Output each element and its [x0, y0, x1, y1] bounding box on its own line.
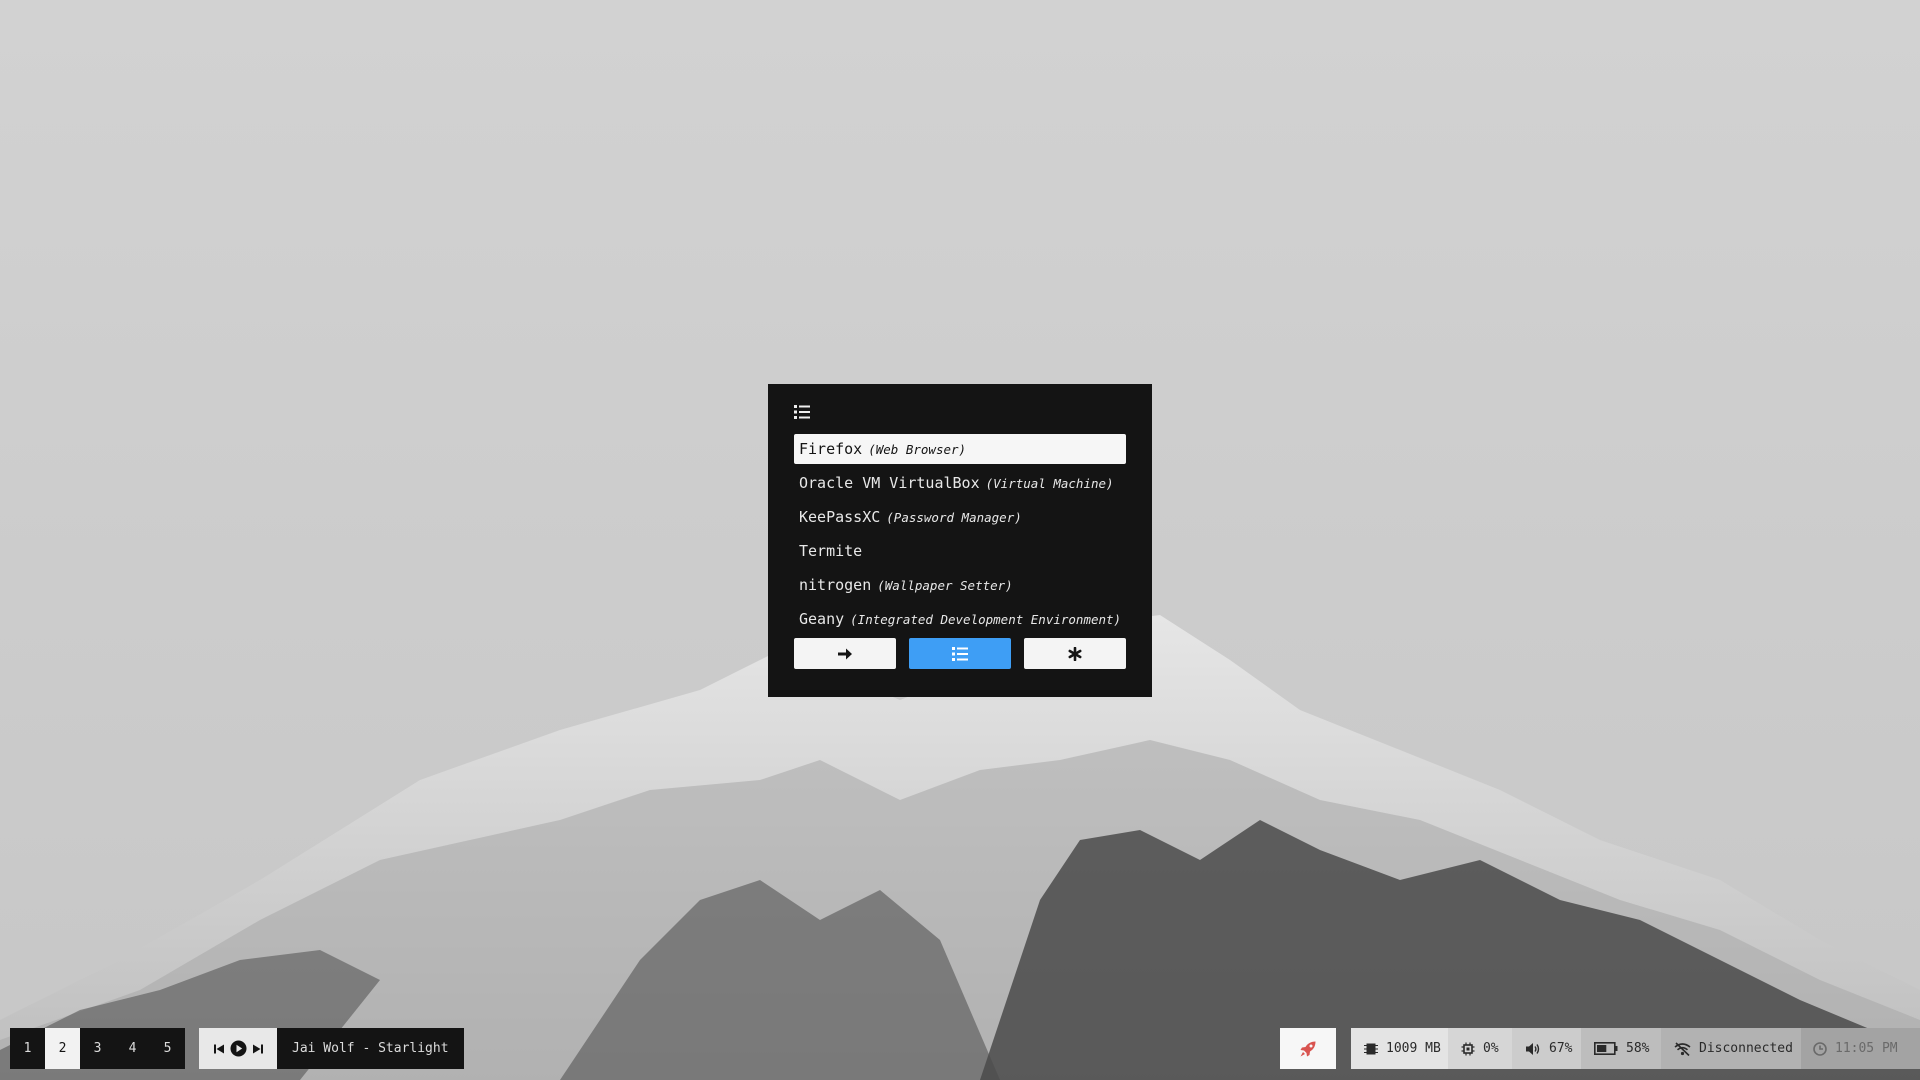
entry-description: (Wallpaper Setter)	[877, 578, 1013, 593]
list-icon	[794, 404, 1126, 424]
rocket-icon	[1300, 1041, 1316, 1056]
wifi-off-icon	[1674, 1041, 1691, 1056]
volume-icon	[1526, 1042, 1540, 1055]
arrow-right-icon	[838, 648, 852, 659]
workspace-4[interactable]: 4	[115, 1028, 150, 1069]
play-icon[interactable]	[230, 1040, 247, 1057]
cpu-value: 0%	[1483, 1041, 1499, 1056]
list-icon	[952, 646, 968, 661]
clock-module: 11:05 PM	[1801, 1028, 1920, 1069]
skip-forward-icon[interactable]	[252, 1043, 264, 1055]
cpu-icon	[1461, 1042, 1475, 1055]
entry-description: (Password Manager)	[886, 510, 1022, 525]
memory-module: 1009 MB	[1351, 1028, 1454, 1069]
launcher-entry-keepassxc[interactable]: KeePassXC (Password Manager)	[794, 502, 1126, 532]
network-status: Disconnected	[1699, 1041, 1793, 1056]
launcher-entry-termite[interactable]: Termite	[794, 536, 1126, 566]
launcher-button[interactable]	[1280, 1028, 1336, 1069]
workspace-3[interactable]: 3	[80, 1028, 115, 1069]
battery-level-fill	[1597, 1045, 1607, 1052]
clock-icon	[1813, 1041, 1827, 1056]
volume-value: 67%	[1549, 1041, 1573, 1056]
network-module[interactable]: Disconnected	[1661, 1028, 1806, 1069]
volume-module[interactable]: 67%	[1512, 1028, 1586, 1069]
run-mode-button[interactable]	[794, 638, 896, 669]
entry-name: nitrogen	[799, 576, 872, 594]
entry-description: (Web Browser)	[868, 442, 967, 457]
launcher-entry-virtualbox[interactable]: Oracle VM VirtualBox (Virtual Machine)	[794, 468, 1126, 498]
workspace-1[interactable]: 1	[10, 1028, 45, 1069]
workspace-5[interactable]: 5	[150, 1028, 185, 1069]
media-controls	[199, 1028, 277, 1069]
cpu-module: 0%	[1448, 1028, 1512, 1069]
entry-name: KeePassXC	[799, 508, 881, 526]
entry-description: (Integrated Development Environment)	[850, 612, 1122, 627]
skip-back-icon[interactable]	[213, 1043, 225, 1055]
memory-chip-icon	[1364, 1043, 1378, 1054]
app-launcher-window: Firefox (Web Browser) Oracle VM VirtualBo…	[768, 384, 1152, 697]
workspace-switcher: 1 2 3 4 5	[10, 1028, 185, 1069]
entry-name: Oracle VM VirtualBox	[799, 474, 980, 492]
launcher-entry-nitrogen[interactable]: nitrogen (Wallpaper Setter)	[794, 570, 1126, 600]
entry-description: (Virtual Machine)	[985, 476, 1114, 491]
workspace-2[interactable]: 2	[45, 1028, 80, 1069]
memory-value: 1009 MB	[1386, 1041, 1441, 1056]
launcher-entry-geany[interactable]: Geany (Integrated Development Environment…	[794, 604, 1126, 634]
window-mode-button[interactable]	[1024, 638, 1126, 669]
entry-name: Termite	[799, 542, 863, 560]
drun-mode-button[interactable]	[909, 638, 1011, 669]
battery-value: 58%	[1626, 1041, 1650, 1056]
asterisk-icon	[1068, 646, 1082, 661]
clock-time: 11:05 PM	[1835, 1041, 1898, 1056]
battery-module: 58%	[1581, 1028, 1663, 1069]
launcher-mode-bar	[794, 638, 1126, 669]
media-title: Jai Wolf - Starlight	[277, 1028, 464, 1069]
battery-icon	[1594, 1042, 1618, 1055]
entry-name: Geany	[799, 610, 845, 628]
launcher-entry-firefox[interactable]: Firefox (Web Browser)	[794, 434, 1126, 464]
entry-name: Firefox	[799, 440, 863, 458]
